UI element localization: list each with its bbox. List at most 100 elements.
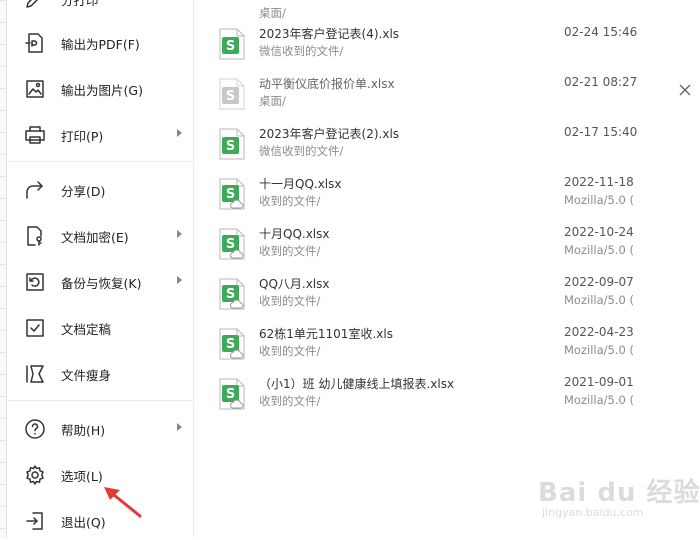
cloud-spreadsheet-file-icon: S — [219, 178, 245, 210]
file-source: Mozilla/5.0 ( — [564, 243, 634, 257]
cloud-spreadsheet-file-icon: S — [219, 378, 245, 410]
menu-item-encrypt[interactable]: 文档加密(E) — [7, 215, 193, 255]
spreadsheet-file-icon: S — [219, 78, 245, 110]
file-row[interactable]: S 十月QQ.xlsx 收到的文件/ 2022-10-24 Mozilla/5.… — [205, 218, 675, 268]
menu-item-backup-restore[interactable]: 备份与恢复(K) — [7, 261, 193, 301]
file-path: 微信收到的文件/ — [259, 144, 344, 158]
file-path: 收到的文件/ — [259, 394, 321, 408]
menu-item-label: 备份与恢复(K) — [61, 276, 142, 291]
file-path: 收到的文件/ — [259, 294, 321, 308]
menu-divider — [7, 400, 193, 401]
file-name: 2023年客户登记表(2).xls — [259, 127, 400, 141]
file-source: Mozilla/5.0 ( — [564, 193, 634, 207]
file-name: 2023年客户登记表(4).xls — [259, 27, 400, 41]
cloud-spreadsheet-file-icon: S — [219, 328, 245, 360]
file-source: Mozilla/5.0 ( — [564, 293, 634, 307]
spreadsheet-file-icon: S — [219, 28, 245, 60]
menu-item-label: 分打印 — [61, 0, 99, 8]
menu-divider — [7, 161, 193, 162]
help-icon — [25, 419, 45, 439]
file-date: 2022-09-07 — [564, 275, 634, 289]
menu-item-label: 输出为PDF(F) — [61, 37, 140, 52]
menu-item-share[interactable]: 分享(D) — [7, 169, 193, 209]
file-path: 收到的文件/ — [259, 344, 321, 358]
red-pointer-arrow-icon — [104, 487, 142, 518]
file-row[interactable]: S 动平衡仪底价报价单.xlsx 桌面/ 02-21 08:27 — [205, 68, 675, 118]
printer-icon — [25, 126, 45, 144]
file-path: 收到的文件/ — [259, 244, 321, 258]
menu-item-label: 文档加密(E) — [61, 230, 129, 245]
menu-item-label: 文档定稿 — [61, 322, 112, 337]
menu-item-slim-file[interactable]: 文件瘦身 — [7, 353, 193, 393]
file-row[interactable]: S 2023年客户登记表(2).xls 微信收到的文件/ 02-17 15:40 — [205, 118, 675, 168]
menu-item-finalize[interactable]: 文档定稿 — [7, 307, 193, 347]
export-pdf-icon — [25, 33, 43, 53]
svg-text:S: S — [226, 287, 235, 302]
menu-item-help[interactable]: 帮助(H) — [7, 408, 193, 448]
file-menu: 分打印 输出为PDF(F) 输出为图片(G) 打印(P) 分享(D) 文档加密(… — [7, 0, 194, 538]
svg-text:S: S — [226, 89, 235, 104]
watermark-brand: Bai du 经验 — [538, 478, 700, 508]
sheet-grid-strip — [0, 0, 7, 538]
svg-text:S: S — [226, 337, 235, 352]
file-source: Mozilla/5.0 ( — [564, 393, 634, 407]
svg-text:S: S — [226, 39, 235, 54]
svg-text:S: S — [226, 237, 235, 252]
svg-text:S: S — [226, 187, 235, 202]
chevron-right-icon — [177, 230, 182, 238]
menu-item-export-image[interactable]: 输出为图片(G) — [7, 68, 193, 108]
close-icon[interactable] — [678, 83, 692, 97]
file-name: 62栋1单元1101室收.xls — [259, 327, 393, 341]
share-icon — [26, 181, 43, 199]
menu-item-print[interactable]: 打印(P) — [7, 114, 193, 154]
menu-item-label: 分享(D) — [61, 184, 106, 199]
file-row[interactable]: S （小1）班 幼儿健康线上填报表.xlsx 收到的文件/ 2021-09-01… — [205, 368, 675, 418]
file-row[interactable]: S 2023年客户登记表(4).xls 微信收到的文件/ 02-24 15:46 — [205, 18, 675, 68]
file-row[interactable]: S QQ八月.xlsx 收到的文件/ 2022-09-07 Mozilla/5.… — [205, 268, 675, 318]
chevron-right-icon — [177, 276, 182, 284]
file-path: 微信收到的文件/ — [259, 44, 344, 58]
chevron-right-icon — [177, 423, 182, 431]
cloud-spreadsheet-file-icon: S — [219, 278, 245, 310]
baidu-jingyan-watermark: Bai du 经验 jingyan.baidu.com — [536, 470, 700, 526]
file-date: 02-21 08:27 — [564, 75, 638, 89]
file-row[interactable]: S 62栋1单元1101室收.xls 收到的文件/ 2022-04-23 Moz… — [205, 318, 675, 368]
file-name: （小1）班 幼儿健康线上填报表.xlsx — [259, 377, 455, 391]
file-row[interactable]: S 十一月QQ.xlsx 收到的文件/ 2022-11-18 Mozilla/5… — [205, 168, 675, 218]
file-date: 2022-11-18 — [564, 175, 634, 189]
export-image-icon — [26, 80, 44, 98]
menu-item-label: 文件瘦身 — [61, 368, 112, 383]
compress-file-icon — [26, 365, 44, 383]
file-name: 动平衡仪底价报价单.xlsx — [259, 77, 395, 91]
menu-item-label: 退出(Q) — [61, 515, 106, 530]
menu-item-label: 输出为图片(G) — [61, 83, 143, 98]
menu-item-label: 选项(L) — [61, 469, 103, 484]
file-path: 收到的文件/ — [259, 194, 321, 208]
svg-text:S: S — [226, 139, 235, 154]
file-name: 十一月QQ.xlsx — [259, 177, 342, 191]
cloud-spreadsheet-file-icon: S — [219, 228, 245, 260]
menu-item-export-pdf[interactable]: 输出为PDF(F) — [7, 22, 193, 62]
pen-icon — [26, 0, 39, 8]
document-lock-icon — [27, 226, 42, 246]
spreadsheet-file-icon: S — [219, 128, 245, 160]
svg-text:S: S — [226, 387, 235, 402]
gear-icon — [26, 465, 44, 485]
file-date: 2022-04-23 — [564, 325, 634, 339]
menu-item-label: 打印(P) — [61, 129, 104, 144]
watermark-site: jingyan.baidu.com — [542, 506, 644, 519]
file-source: Mozilla/5.0 ( — [564, 343, 634, 357]
menu-item-label: 帮助(H) — [61, 423, 106, 438]
exit-icon — [26, 512, 43, 530]
file-date: 02-24 15:46 — [564, 25, 638, 39]
file-name: 十月QQ.xlsx — [259, 227, 330, 241]
file-date: 2022-10-24 — [564, 225, 634, 239]
file-date: 2021-09-01 — [564, 375, 634, 389]
file-name: QQ八月.xlsx — [259, 277, 330, 291]
backup-restore-icon — [26, 273, 44, 291]
file-path: 桌面/ — [259, 94, 286, 108]
chevron-right-icon — [177, 129, 182, 137]
document-check-icon — [26, 319, 44, 337]
file-date: 02-17 15:40 — [564, 125, 638, 139]
menu-item-print-partial[interactable]: 分打印 — [7, 0, 193, 18]
